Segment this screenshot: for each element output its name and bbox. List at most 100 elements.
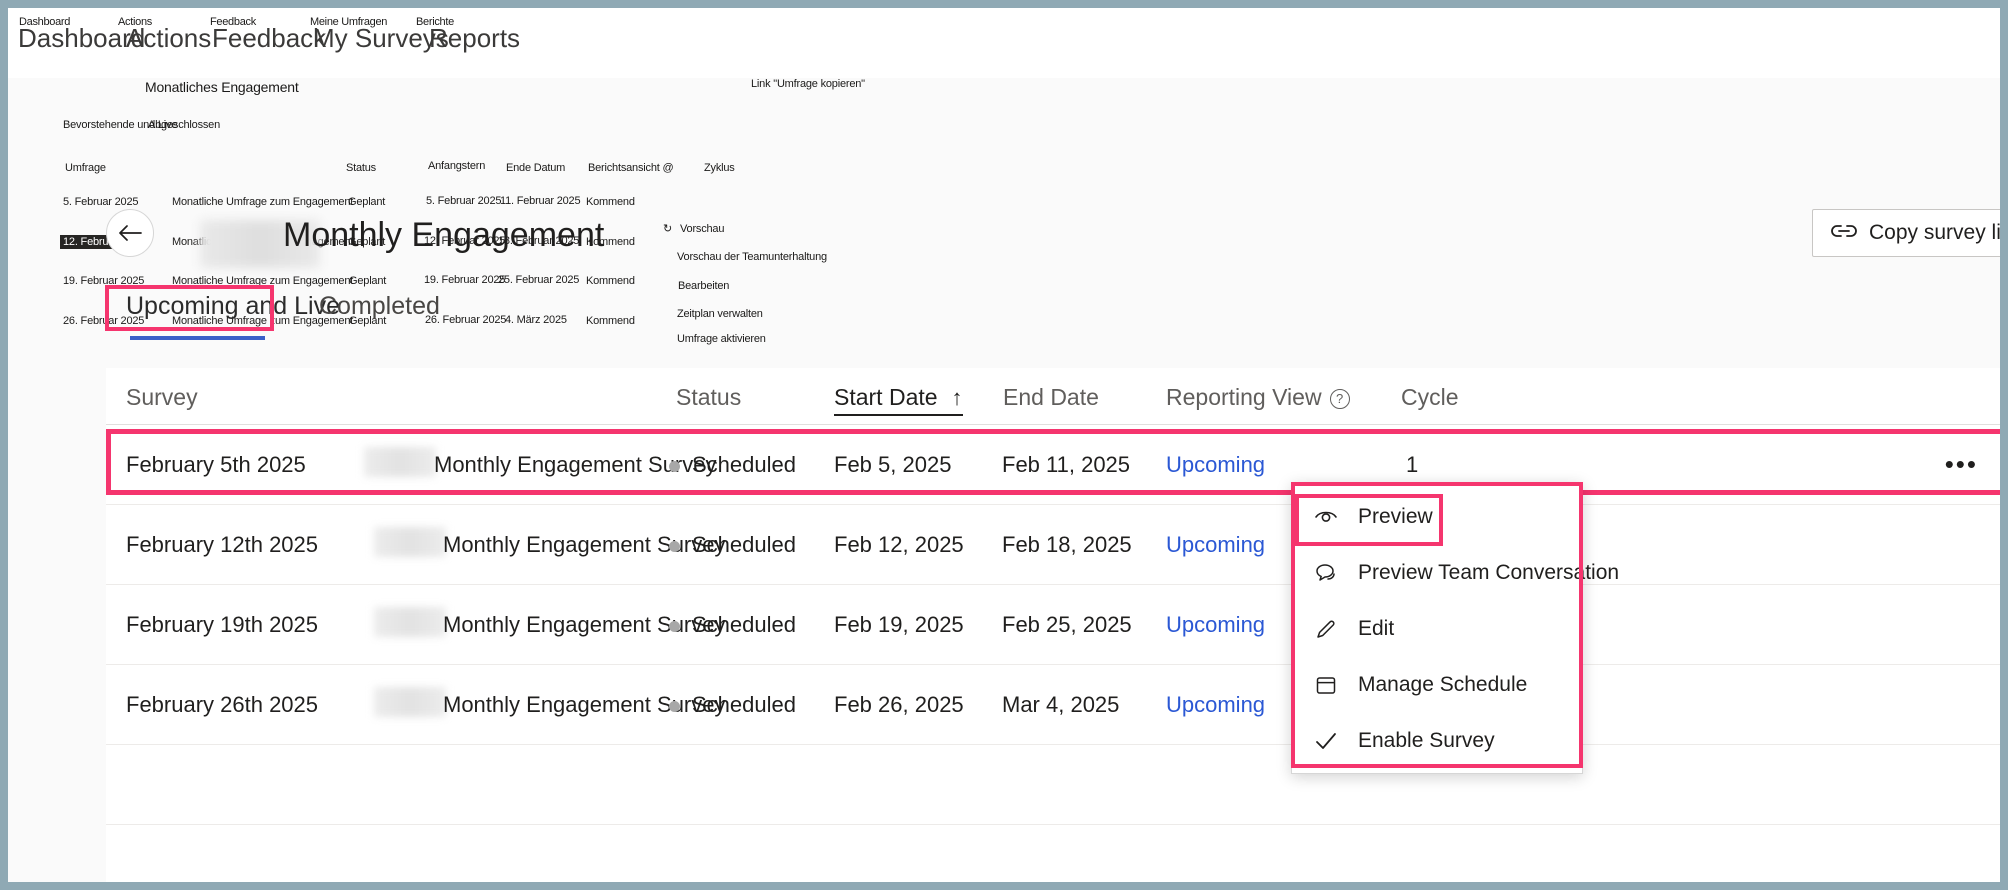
annotation-de-tab-completed: Abgeschlossen xyxy=(148,119,221,131)
more-options-icon[interactable]: ••• xyxy=(1945,451,1978,477)
annotation-de-menu-team-conv: Vorschau der Teamunterhaltung xyxy=(677,251,827,263)
cell-start-date: Feb 5, 2025 xyxy=(834,452,952,477)
menu-item-edit[interactable]: Edit xyxy=(1292,601,1582,657)
column-header-reporting-view[interactable]: Reporting View? xyxy=(1166,384,1350,411)
column-header-cycle[interactable]: Cycle xyxy=(1401,384,1459,411)
cell-survey-suffix: Monthly Engagement Survey xyxy=(443,532,726,557)
nav-item-feedback[interactable]: Feedback xyxy=(212,23,326,54)
tab-upcoming-and-live[interactable]: Upcoming and Live xyxy=(126,292,340,321)
table-row[interactable]: February 19th 2025 Monthly Engagement Su… xyxy=(106,585,2000,665)
column-header-start-date[interactable]: Start Date ↑ xyxy=(834,384,963,416)
annotation-de-row3-end: 25. Februar 2025 xyxy=(498,274,580,286)
page-title: Monthly Engagement xyxy=(283,216,605,254)
link-icon xyxy=(1831,222,1857,245)
cell-status: Scheduled xyxy=(692,612,796,637)
status-dot-icon xyxy=(669,621,680,632)
annotation-de-menu-edit: Bearbeiten xyxy=(678,280,730,292)
table-row[interactable]: February 5th 2025 Monthly Engagement Sur… xyxy=(106,425,2000,505)
tab-completed[interactable]: Completed xyxy=(319,292,440,321)
cell-reporting-view[interactable]: Upcoming xyxy=(1166,692,1265,718)
top-navigation-bar: Dashboard Actions Feedback Meine Umfrage… xyxy=(8,8,2000,79)
annotation-de-row1-status: Geplant xyxy=(348,196,386,208)
page-content: Monatliches Engagement Link "Umfrage kop… xyxy=(8,78,2000,882)
annotation-de-row3-start: 19. Februar 2025 xyxy=(424,274,506,286)
calendar-icon xyxy=(1314,673,1338,697)
annotation-de-row3-reporting: Kommend xyxy=(586,275,635,287)
annotation-de-row4-reporting: Kommend xyxy=(586,315,635,327)
eye-icon xyxy=(1314,505,1338,529)
table-row-partial[interactable] xyxy=(106,745,2000,825)
cell-status: Scheduled xyxy=(692,452,796,477)
cell-status: Scheduled xyxy=(692,692,796,717)
annotation-de-row1-survey: Monatliche Umfrage zum Engagement xyxy=(172,196,354,208)
back-arrow-icon xyxy=(117,223,143,243)
annotation-de-menu-enable: Umfrage aktivieren xyxy=(677,333,766,345)
cell-reporting-view[interactable]: Upcoming xyxy=(1166,452,1265,478)
cell-start-date: Feb 12, 2025 xyxy=(834,532,964,557)
table-row[interactable]: February 26th 2025 Monthly Engagement Su… xyxy=(106,665,2000,745)
annotation-de-menu-schedule: Zeitplan verwalten xyxy=(677,308,763,320)
annotation-de-copy-link: Link "Umfrage kopieren" xyxy=(751,78,865,90)
question-mark-icon[interactable]: ? xyxy=(1329,389,1350,409)
copy-survey-link-label: Copy survey link xyxy=(1869,221,2000,244)
cell-end-date: Feb 18, 2025 xyxy=(1002,532,1132,557)
back-button[interactable] xyxy=(106,209,154,257)
sort-ascending-icon: ↑ xyxy=(951,385,963,410)
cell-reporting-view[interactable]: Upcoming xyxy=(1166,532,1265,558)
tab-active-underline xyxy=(130,336,265,340)
annotation-de-row3-survey: Monatliche Umfrage zum Engagement xyxy=(172,275,354,287)
cell-end-date: Mar 4, 2025 xyxy=(1002,692,1120,717)
redacted-org-name-cell xyxy=(374,527,446,557)
annotation-de-menu-preview: Vorschau xyxy=(680,223,725,235)
chat-icon xyxy=(1314,561,1338,585)
nav-item-reports[interactable]: Reports xyxy=(429,23,520,54)
menu-item-edit-label: Edit xyxy=(1358,617,1395,640)
annotation-de-col-cycle: Zyklus xyxy=(704,162,735,174)
annotation-de-section-title: Monatliches Engagement xyxy=(145,79,299,95)
status-dot-icon xyxy=(669,701,680,712)
status-dot-icon xyxy=(669,541,680,552)
app-window: Dashboard Actions Feedback Meine Umfrage… xyxy=(8,8,2000,882)
column-header-survey[interactable]: Survey xyxy=(126,384,198,411)
menu-item-enable-survey[interactable]: Enable Survey xyxy=(1292,713,1582,769)
menu-item-manage-schedule-label: Manage Schedule xyxy=(1358,673,1528,696)
annotation-de-row1-reporting: Kommend xyxy=(586,196,635,208)
cell-status: Scheduled xyxy=(692,532,796,557)
cell-survey-prefix: February 19th 2025 xyxy=(126,612,319,637)
table-header-row: Survey Status Start Date ↑ End Date Repor… xyxy=(106,368,2000,425)
annotation-de-row1-start: 5. Februar 2025 xyxy=(426,195,502,207)
annotation-de-col-survey: Umfrage xyxy=(65,162,106,174)
cell-survey-prefix: February 12th 2025 xyxy=(126,532,319,557)
menu-item-manage-schedule[interactable]: Manage Schedule xyxy=(1292,657,1582,713)
annotation-de-col-start: Anfangstern xyxy=(428,160,486,172)
cell-survey-prefix: February 26th 2025 xyxy=(126,692,319,717)
annotation-de-row3-status: Geplant xyxy=(349,275,387,287)
annotation-de-row4-end: 4. März 2025 xyxy=(505,314,567,326)
menu-item-preview-label: Preview xyxy=(1358,505,1433,528)
table-row[interactable]: February 12th 2025 Monthly Engagement Su… xyxy=(106,505,2000,585)
row-context-menu: Preview Preview Team Conversation Edit M… xyxy=(1291,482,1619,774)
checkmark-icon xyxy=(1314,729,1338,753)
cell-start-date: Feb 19, 2025 xyxy=(834,612,964,637)
column-header-end-date[interactable]: End Date xyxy=(1003,384,1099,411)
column-header-status[interactable]: Status xyxy=(676,384,741,411)
cell-survey-suffix: Monthly Engagement Survey xyxy=(443,612,726,637)
cell-survey-prefix: February 5th 2025 xyxy=(126,452,306,477)
cell-survey-suffix: Monthly Engagement Survey xyxy=(443,692,726,717)
status-dot-icon xyxy=(669,461,680,472)
menu-item-preview-team-conversation[interactable]: Preview Team Conversation xyxy=(1292,545,1619,601)
cell-end-date: Feb 25, 2025 xyxy=(1002,612,1132,637)
annotation-de-row1-end: 11. Februar 2025 xyxy=(500,195,581,207)
annotation-de-col-status: Status xyxy=(346,162,376,174)
annotation-de-col-end: Ende Datum xyxy=(506,162,566,174)
annotation-de-row1-date: 5. Februar 2025 xyxy=(63,196,139,208)
surveys-table: Survey Status Start Date ↑ End Date Repor… xyxy=(106,368,2000,882)
copy-survey-link-button[interactable]: Copy survey link xyxy=(1812,209,2000,257)
nav-item-actions[interactable]: Actions xyxy=(126,23,211,54)
cell-cycle: 1 xyxy=(1406,452,1419,477)
cell-reporting-view[interactable]: Upcoming xyxy=(1166,612,1265,638)
annotation-de-row3-date: 19. Februar 2025 xyxy=(63,275,145,287)
annotation-de-col-reporting: Berichtsansicht @ xyxy=(588,162,674,174)
redacted-org-name-cell xyxy=(374,687,446,717)
menu-item-preview[interactable]: Preview xyxy=(1292,489,1582,545)
